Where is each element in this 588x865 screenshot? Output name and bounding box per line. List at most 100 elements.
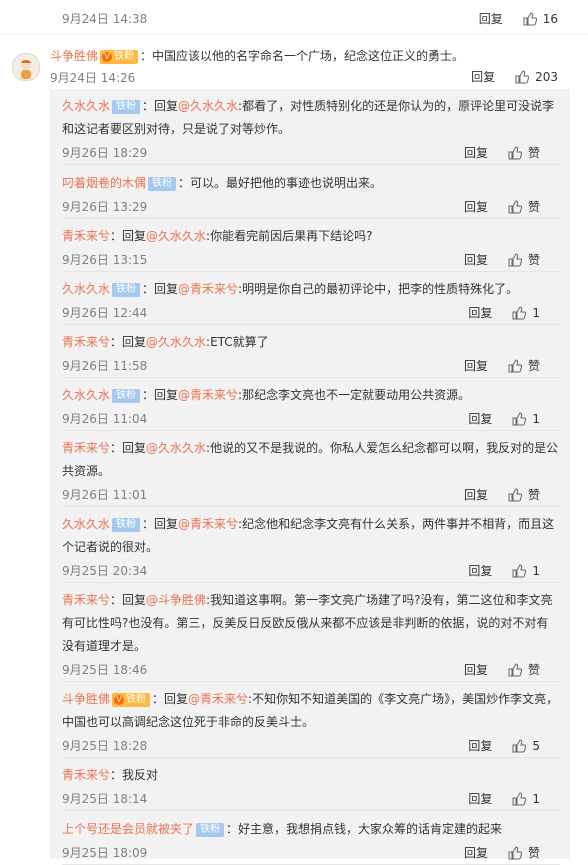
reply-text-line: 青禾来兮：回复@久水久水:他说的又不是我说的。你私人爱怎么纪念都可以啊，我反对的… (62, 437, 560, 483)
thumb-up-icon[interactable] (508, 487, 522, 502)
mention-link[interactable]: @斗争胜佛 (146, 593, 206, 607)
mention-link[interactable]: @久水久水 (146, 229, 206, 243)
thumb-up-icon[interactable] (508, 145, 522, 160)
reply-footer: 9月25日 18:14 回复 1 (62, 790, 560, 810)
reply-footer: 9月26日 11:58 回复 赞 (62, 357, 560, 377)
reply-actions: 回复 赞 (464, 251, 540, 268)
reply-separator: ：回复 (110, 593, 147, 607)
vip-badge: V 铁粉 (100, 50, 139, 64)
reply-item: 斗争胜佛 V 铁粉 ：回复@青禾来兮:不知你知不知道美国的《李文亮广场》，美国炒作李文… (62, 688, 560, 758)
mention-link[interactable]: @青禾来兮 (178, 517, 238, 531)
like-count: 赞 (527, 200, 540, 214)
reply-user-link[interactable]: 上个号还是会员就被夹了 (62, 822, 194, 836)
reply-button[interactable]: 回复 (479, 10, 503, 27)
reply-actions: 回复 赞 (464, 486, 540, 503)
reply-user-link[interactable]: 青禾来兮 (62, 229, 110, 243)
thumb-up-icon[interactable] (512, 738, 527, 753)
like-count: 赞 (527, 146, 540, 160)
thumb-up-icon[interactable] (523, 11, 537, 26)
comment-text: ：中国应该以他的名字命名一个广场，纪念这位正义的勇士。 (140, 49, 465, 63)
reply-actions: 回复 赞 (464, 144, 540, 161)
fan-badge: 铁粉 (196, 823, 225, 837)
thumb-up-icon[interactable] (515, 69, 530, 84)
reply-user-link[interactable]: 斗争胜佛 (62, 692, 110, 706)
thumb-up-icon[interactable] (512, 791, 527, 806)
avatar[interactable] (12, 53, 40, 81)
reply-user-link[interactable]: 叼着烟卷的木偶 (62, 176, 146, 190)
reply-text: :那纪念李文亮也不一定就要动用公共资源。 (238, 388, 471, 402)
thumb-up-icon[interactable] (512, 305, 527, 320)
reply-button[interactable]: 回复 (464, 251, 488, 268)
reply-text-line: 青禾来兮：我反对 (62, 764, 560, 787)
mention-link[interactable]: @久水久水 (146, 441, 206, 455)
comment-time: 9月24日 14:26 (50, 71, 136, 85)
reply-actions: 回复 1 (468, 562, 540, 579)
reply-button[interactable]: 回复 (471, 68, 495, 85)
reply-text-line: 久水久水 铁粉 ：回复@青禾来兮:纪念他和纪念李文亮有什么关系，两件事并不相背，而且… (62, 513, 560, 559)
reply-footer: 9月26日 18:29 回复 赞 (62, 144, 560, 164)
thumb-up-icon[interactable] (508, 358, 522, 373)
fan-badge: 铁粉 (112, 518, 141, 532)
reply-footer: 9月26日 12:44 回复 1 (62, 304, 560, 324)
reply-user-link[interactable]: 久水久水 (62, 282, 110, 296)
mention-link[interactable]: @青禾来兮 (178, 388, 238, 402)
reply-item: 青禾来兮：回复@久水久水:ETC就算了 9月26日 11:58 回复 赞 (62, 331, 560, 378)
reply-separator: ：回复 (142, 282, 179, 296)
like-count: 1 (532, 411, 540, 426)
reply-user-link[interactable]: 久水久水 (62, 388, 110, 402)
reply-actions: 回复 1 (468, 304, 540, 321)
reply-user-link[interactable]: 青禾来兮 (62, 768, 110, 782)
thumb-up-icon[interactable] (512, 411, 527, 426)
reply-button[interactable]: 回复 (468, 562, 492, 579)
reply-button[interactable]: 回复 (464, 357, 488, 374)
reply-button[interactable]: 回复 (468, 410, 492, 427)
reply-button[interactable]: 回复 (464, 661, 488, 678)
reply-actions: 回复 赞 (464, 661, 540, 678)
reply-text-line: 斗争胜佛 V 铁粉 ：回复@青禾来兮:不知你知不知道美国的《李文亮广场》，美国炒作李文… (62, 688, 560, 734)
reply-button[interactable]: 回复 (468, 737, 492, 754)
reply-button[interactable]: 回复 (468, 304, 492, 321)
reply-button[interactable]: 回复 (468, 790, 492, 807)
reply-time: 9月26日 12:44 (62, 306, 148, 320)
reply-actions: 回复 赞 (464, 844, 540, 861)
comment-user-link[interactable]: 斗争胜佛 (50, 49, 98, 63)
comment-text-line: 斗争胜佛 V 铁粉 ：中国应该以他的名字命名一个广场，纪念这位正义的勇士。 (50, 47, 464, 64)
reply-button[interactable]: 回复 (464, 844, 488, 861)
reply-text: :ETC就算了 (206, 335, 269, 349)
mention-link[interactable]: @青禾来兮 (188, 692, 248, 706)
reply-time: 9月25日 18:14 (62, 792, 148, 806)
thumb-up-icon[interactable] (512, 563, 527, 578)
mention-link[interactable]: @青禾来兮 (178, 282, 238, 296)
reply-user-link[interactable]: 青禾来兮 (62, 441, 110, 455)
thumb-up-icon[interactable] (508, 252, 522, 267)
reply-text-line: 青禾来兮：回复@斗争胜佛:我知道这事啊。第一李文亮广场建了吗?没有，第二这位和李… (62, 589, 560, 658)
reply-time: 9月26日 13:15 (62, 253, 148, 267)
reply-item: 叼着烟卷的木偶 铁粉 ：可以。最好把他的事迹也说明出来。 9月26日 13:29 回复 赞 (62, 172, 560, 219)
mention-link[interactable]: @久水久水 (146, 335, 206, 349)
reply-text-line: 叼着烟卷的木偶 铁粉 ：可以。最好把他的事迹也说明出来。 (62, 172, 560, 195)
mention-link[interactable]: @久水久水 (178, 99, 238, 113)
reply-separator: ：回复 (110, 335, 147, 349)
comment-actions: 回复 203 (471, 68, 558, 85)
reply-user-link[interactable]: 久水久水 (62, 517, 110, 531)
reply-text-line: 青禾来兮：回复@久水久水:ETC就算了 (62, 331, 560, 354)
thumb-up-icon[interactable] (508, 199, 522, 214)
like-count: 赞 (527, 846, 540, 860)
thumb-up-icon[interactable] (508, 845, 522, 860)
reply-time: 9月26日 13:29 (62, 200, 148, 214)
reply-item: 久水久水 铁粉 ：回复@青禾来兮:明明是你自己的最初评论中，把李的性质特殊化了。 9月… (62, 278, 560, 325)
reply-time: 9月26日 18:29 (62, 146, 148, 160)
main-comment: 斗争胜佛 V 铁粉 ：中国应该以他的名字命名一个广场，纪念这位正义的勇士。 9月24日… (0, 34, 588, 88)
reply-button[interactable]: 回复 (464, 144, 488, 161)
reply-time: 9月26日 11:01 (62, 488, 148, 502)
reply-text-line: 上个号还是会员就被夹了 铁粉 ：好主意，我想捐点钱，大家众筹的话肯定建的起来 (62, 818, 560, 841)
reply-user-link[interactable]: 久水久水 (62, 99, 110, 113)
thumb-up-icon[interactable] (508, 662, 522, 677)
reply-user-link[interactable]: 青禾来兮 (62, 593, 110, 607)
reply-actions: 回复 5 (468, 737, 540, 754)
reply-user-link[interactable]: 青禾来兮 (62, 335, 110, 349)
reply-footer: 9月25日 20:34 回复 1 (62, 562, 560, 582)
reply-button[interactable]: 回复 (464, 486, 488, 503)
reply-button[interactable]: 回复 (464, 198, 488, 215)
reply-item: 青禾来兮：我反对 9月25日 18:14 回复 1 (62, 764, 560, 811)
